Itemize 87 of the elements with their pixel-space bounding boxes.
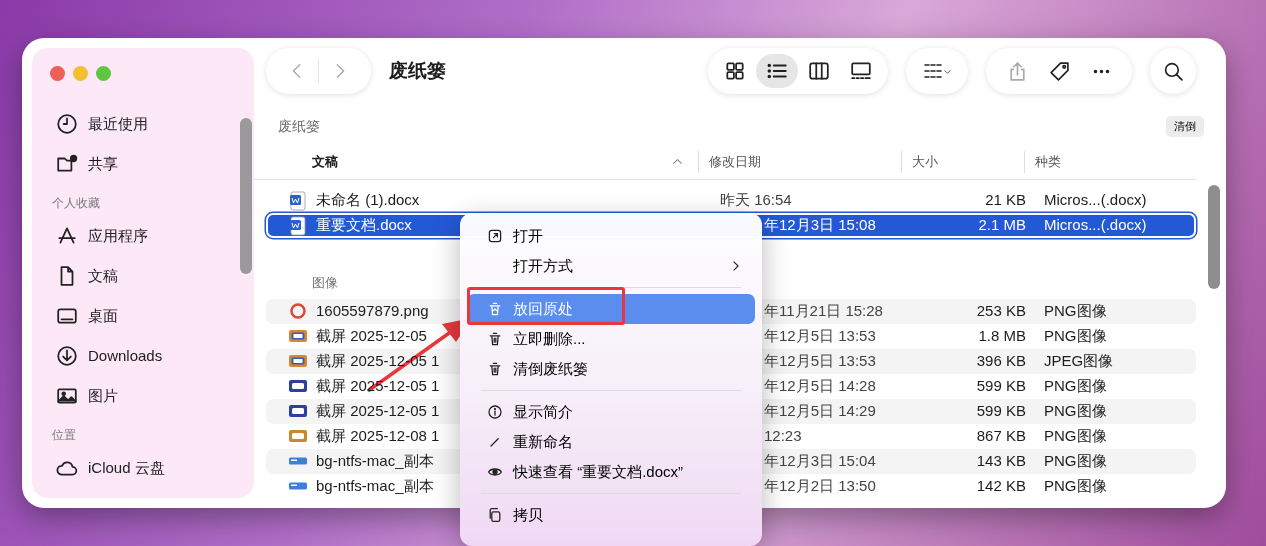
minimize-button[interactable] (73, 66, 88, 81)
file-kind: PNG图像 (1044, 426, 1107, 444)
modified-date: 年12月5日 13:53 (764, 326, 876, 344)
file-kind: Micros...(.docx) (1044, 191, 1147, 209)
trash-icon (487, 361, 503, 377)
file-size: 21 KB (985, 191, 1026, 209)
modified-date: 年12月5日 13:53 (764, 351, 876, 369)
file-size: 142 KB (976, 476, 1026, 494)
file-icon (288, 301, 308, 321)
file-name: 重要文档.docx (316, 215, 412, 236)
scrollbar-thumb[interactable] (1208, 185, 1220, 289)
sidebar-heading: 位置 (51, 427, 77, 444)
modified-date: 年12月5日 14:29 (764, 401, 876, 419)
column-header[interactable]: 文稿 (312, 151, 338, 172)
scrollbar-thumb[interactable] (240, 118, 252, 274)
search-icon (1162, 60, 1184, 82)
modified-date: 年12月3日 15:04 (764, 451, 876, 469)
menu-item[interactable]: 清倒废纸篓 (467, 354, 755, 384)
modified-date: 年11月21日 15:28 (764, 301, 883, 319)
menu-item[interactable]: 显示简介 (467, 397, 755, 427)
file-name: bg-ntfs-mac_副本 (316, 475, 434, 496)
file-size: 253 KB (976, 301, 1026, 319)
file-size: 1.8 MB (978, 326, 1026, 344)
sidebar-item[interactable]: iCloud 云盘 (46, 448, 240, 488)
file-size: 867 KB (976, 426, 1026, 444)
sidebar-item[interactable]: 图片 (46, 376, 240, 416)
open-icon (487, 228, 503, 244)
file-name: bg-ntfs-mac_副本 (316, 450, 434, 471)
file-name: 1605597879.png (316, 300, 429, 321)
column-header[interactable]: 大小 (912, 151, 938, 172)
modified-date: 12:23 (764, 426, 802, 444)
file-kind: PNG图像 (1044, 401, 1107, 419)
file-kind: Micros...(.docx) (1044, 216, 1147, 234)
menu-item[interactable]: 重新命名 (467, 427, 755, 457)
column-header[interactable]: 种类 (1035, 151, 1061, 172)
file-kind: PNG图像 (1044, 451, 1107, 469)
trash-icon (487, 331, 503, 347)
copy-icon (487, 507, 503, 523)
sidebar-heading: 个人收藏 (51, 195, 101, 212)
file-kind: PNG图像 (1044, 476, 1107, 494)
group-heading: 图像 (312, 274, 338, 292)
tag-icon (1048, 60, 1070, 82)
file-size: 143 KB (976, 451, 1026, 469)
file-name: 截屏 2025-12-05 1 (316, 400, 440, 421)
clock-icon (56, 113, 78, 135)
menu-item[interactable]: 快速查看 “重要文档.docx” (467, 457, 755, 487)
sidebar-item[interactable]: 最近使用 (46, 104, 240, 144)
menu-item[interactable]: 打开方式 (467, 251, 755, 281)
file-name: 未命名 (1).docx (316, 190, 420, 211)
sidebar-item[interactable]: 桌面 (46, 296, 240, 336)
file-size: 2.1 MB (978, 216, 1026, 234)
download-icon (56, 345, 78, 367)
group-icon (922, 61, 943, 81)
view-button[interactable] (756, 54, 798, 88)
sidebar-item[interactable]: Downloads (46, 336, 240, 376)
column-header[interactable]: 修改日期 (709, 151, 761, 172)
file-size: 396 KB (976, 351, 1026, 369)
file-name: 截屏 2025-12-08 1 (316, 425, 440, 446)
file-kind: JPEG图像 (1044, 351, 1114, 369)
file-kind: PNG图像 (1044, 326, 1107, 344)
info-icon (487, 404, 503, 420)
sidebar-item[interactable]: 文稿 (46, 256, 240, 296)
menu-item[interactable]: 拷贝 (467, 500, 755, 530)
modified-date: 年12月5日 14:28 (764, 376, 876, 394)
column-view-icon (808, 60, 830, 82)
more-icon (1091, 68, 1111, 74)
menu-item[interactable]: 打开 (467, 221, 755, 251)
file-kind: PNG图像 (1044, 376, 1107, 394)
gallery-view-icon (850, 60, 872, 82)
close-button[interactable] (50, 66, 65, 81)
modified-date: 年12月3日 15:08 (764, 216, 876, 234)
icon-view-icon (724, 60, 746, 82)
file-size: 599 KB (976, 401, 1026, 419)
window-title: 废纸篓 (389, 58, 446, 83)
sidebar-item[interactable]: 共享 (46, 144, 240, 184)
menu-item[interactable]: 立即删除... (467, 324, 755, 354)
location-title: 废纸篓 (278, 117, 320, 136)
file-size: 599 KB (976, 376, 1026, 394)
restore-trash-icon (487, 301, 503, 317)
modified-date: 年12月2日 13:50 (764, 476, 876, 494)
zoom-button[interactable] (96, 66, 111, 81)
file-kind: PNG图像 (1044, 301, 1107, 319)
apps-icon (56, 225, 78, 247)
modified-date: 昨天 16:54 (720, 191, 792, 209)
sidebar-item[interactable]: 应用程序 (46, 216, 240, 256)
empty-button[interactable]: 清倒 (1166, 116, 1204, 137)
file-name: 截屏 2025-12-05 (316, 325, 427, 346)
